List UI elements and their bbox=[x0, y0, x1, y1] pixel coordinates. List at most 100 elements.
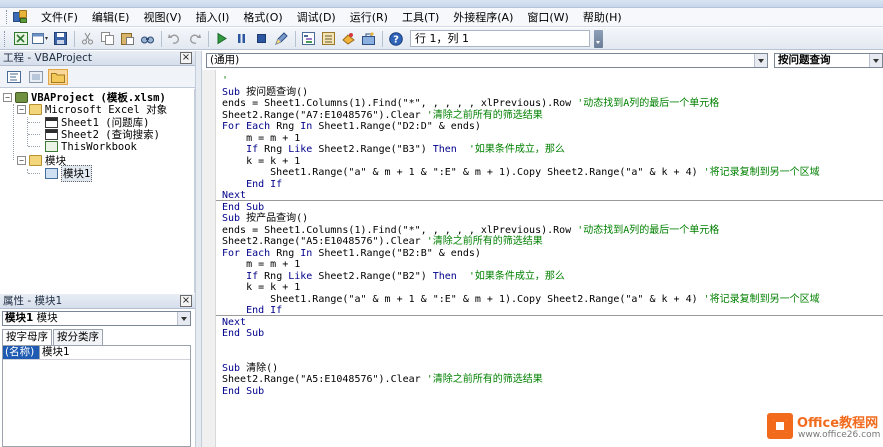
code-line[interactable]: Sub 清除() bbox=[222, 363, 883, 375]
code-margin[interactable] bbox=[202, 70, 216, 447]
code-keyword: End Sub bbox=[222, 201, 265, 213]
excel-icon[interactable] bbox=[11, 30, 30, 48]
standard-toolbar: ? 行 1，列 1 bbox=[0, 28, 883, 50]
code-line[interactable]: End If bbox=[222, 305, 883, 317]
code-line[interactable]: k = k + 1 bbox=[222, 156, 883, 168]
tree-module1[interactable]: 模块1 bbox=[45, 165, 93, 182]
code-text: 按产品查询() bbox=[246, 213, 309, 224]
project-explorer-title: 工程 - VBAProject × bbox=[0, 51, 195, 66]
design-mode-icon[interactable] bbox=[272, 30, 291, 48]
help-icon[interactable]: ? bbox=[386, 30, 405, 48]
menu-format[interactable]: 格式(O) bbox=[236, 9, 289, 26]
code-line[interactable]: End Sub bbox=[222, 386, 883, 398]
tree-modules[interactable]: − 模块 bbox=[17, 154, 66, 167]
tree-thisworkbook[interactable]: ThisWorkbook bbox=[45, 140, 137, 153]
view-code-button[interactable] bbox=[4, 69, 24, 85]
code-line[interactable]: Sheet1.Range("a" & m + 1 & ":E" & m + 1)… bbox=[222, 167, 883, 179]
copy-icon[interactable] bbox=[98, 30, 117, 48]
tab-categorized[interactable]: 按分类序 bbox=[53, 329, 103, 345]
collapse-toggle[interactable]: − bbox=[17, 105, 26, 114]
project-explorer-close-button[interactable]: × bbox=[180, 52, 192, 64]
cut-icon[interactable] bbox=[78, 30, 97, 48]
save-icon[interactable] bbox=[51, 30, 70, 48]
code-line[interactable]: k = k + 1 bbox=[222, 282, 883, 294]
insert-module-icon[interactable] bbox=[31, 30, 50, 48]
code-line[interactable]: For Each Rng In Sheet1.Range("B2:B" & en… bbox=[222, 248, 883, 260]
menu-debug[interactable]: 调试(D) bbox=[290, 9, 343, 26]
toggle-folders-button[interactable] bbox=[48, 68, 68, 85]
menu-addins[interactable]: 外接程序(A) bbox=[446, 9, 520, 26]
code-line[interactable] bbox=[222, 351, 883, 363]
reset-icon[interactable] bbox=[252, 30, 271, 48]
pane-splitter[interactable] bbox=[195, 51, 202, 447]
menu-file[interactable]: 文件(F) bbox=[34, 9, 85, 26]
code-line[interactable]: ' bbox=[222, 75, 883, 87]
code-text: k = k + 1 bbox=[222, 282, 301, 293]
undo-icon[interactable] bbox=[165, 30, 184, 48]
chevron-down-icon[interactable] bbox=[754, 54, 767, 67]
property-value[interactable]: 模块1 bbox=[42, 346, 70, 359]
code-line[interactable]: End Sub bbox=[222, 202, 883, 214]
code-line[interactable] bbox=[222, 340, 883, 352]
properties-object-select[interactable]: 模块1 模块 bbox=[2, 311, 191, 326]
procedure-dropdown[interactable]: 按问题查询 bbox=[774, 53, 883, 68]
code-line[interactable]: Sub 按产品查询() bbox=[222, 213, 883, 225]
properties-close-button[interactable]: × bbox=[180, 295, 192, 307]
collapse-toggle[interactable]: − bbox=[17, 156, 26, 165]
tree-connector bbox=[13, 104, 14, 160]
code-line[interactable]: Sheet1.Range("a" & m + 1 & ":E" & m + 1)… bbox=[222, 294, 883, 306]
code-text: Sheet2.Range("A5:E1048576").Clear bbox=[222, 374, 427, 385]
run-icon[interactable] bbox=[212, 30, 231, 48]
vbe-app-icon[interactable] bbox=[13, 10, 28, 24]
menu-bar-grip[interactable] bbox=[6, 10, 9, 24]
menu-tools[interactable]: 工具(T) bbox=[395, 9, 446, 26]
code-line[interactable]: m = m + 1 bbox=[222, 133, 883, 145]
code-line[interactable]: For Each Rng In Sheet1.Range("D2:D" & en… bbox=[222, 121, 883, 133]
property-row[interactable]: (名称) 模块1 bbox=[3, 346, 190, 360]
code-text: m = m + 1 bbox=[222, 259, 301, 270]
code-line[interactable]: Sub 按问题查询() bbox=[222, 87, 883, 99]
menu-window[interactable]: 窗口(W) bbox=[520, 9, 575, 26]
object-dropdown[interactable]: (通用) bbox=[206, 53, 768, 68]
code-line[interactable]: End Sub bbox=[222, 328, 883, 340]
redo-icon[interactable] bbox=[185, 30, 204, 48]
toolbar-grip[interactable] bbox=[4, 30, 7, 47]
chevron-down-icon[interactable] bbox=[869, 54, 882, 67]
code-line[interactable]: Next bbox=[222, 317, 883, 329]
code-editor[interactable]: ' Sub 按问题查询() ends = Sheet1.Columns(1).Fin… bbox=[222, 75, 883, 397]
code-line[interactable]: Sheet2.Range("A7:E1048576").Clear '清除之前所… bbox=[222, 110, 883, 122]
menu-view[interactable]: 视图(V) bbox=[136, 9, 188, 26]
code-text: 清除() bbox=[246, 362, 279, 374]
code-line[interactable]: If Rng Like Sheet2.Range("B3") Then '如果条… bbox=[222, 144, 883, 156]
menu-insert[interactable]: 插入(I) bbox=[189, 9, 237, 26]
menu-edit[interactable]: 编辑(E) bbox=[85, 9, 137, 26]
code-line[interactable]: m = m + 1 bbox=[222, 259, 883, 271]
tab-alphabetic[interactable]: 按字母序 bbox=[2, 329, 52, 345]
menu-run[interactable]: 运行(R) bbox=[343, 9, 395, 26]
chevron-down-icon[interactable] bbox=[177, 312, 190, 325]
code-line[interactable]: End If bbox=[222, 179, 883, 191]
break-icon[interactable] bbox=[232, 30, 251, 48]
code-text: Rng bbox=[276, 121, 301, 132]
code-line[interactable]: Sheet2.Range("A5:E1048576").Clear '清除之前所… bbox=[222, 374, 883, 386]
menu-help[interactable]: 帮助(H) bbox=[576, 9, 629, 26]
properties-icon[interactable] bbox=[319, 30, 338, 48]
toolbar-options-button[interactable] bbox=[594, 29, 603, 48]
code-line[interactable]: Next bbox=[222, 190, 883, 202]
code-line[interactable]: Sheet2.Range("A5:E1048576").Clear '清除之前所… bbox=[222, 236, 883, 248]
toolbox-icon[interactable] bbox=[359, 30, 378, 48]
code-text: Rng bbox=[264, 144, 289, 155]
project-explorer-icon[interactable] bbox=[299, 30, 318, 48]
find-icon[interactable] bbox=[138, 30, 157, 48]
code-comment: '清除之前所有的筛选结果 bbox=[426, 109, 543, 121]
object-browser-icon[interactable] bbox=[339, 30, 358, 48]
paste-icon[interactable] bbox=[118, 30, 137, 48]
code-line[interactable]: If Rng Like Sheet2.Range("B2") Then '如果条… bbox=[222, 271, 883, 283]
view-object-button[interactable] bbox=[26, 69, 46, 85]
properties-object-type: 模块 bbox=[36, 312, 58, 324]
code-line[interactable]: ends = Sheet1.Columns(1).Find("*", , , ,… bbox=[222, 98, 883, 110]
code-keyword: Like bbox=[288, 144, 319, 155]
code-line[interactable]: ends = Sheet1.Columns(1).Find("*", , , ,… bbox=[222, 225, 883, 237]
collapse-toggle[interactable]: − bbox=[3, 93, 12, 102]
